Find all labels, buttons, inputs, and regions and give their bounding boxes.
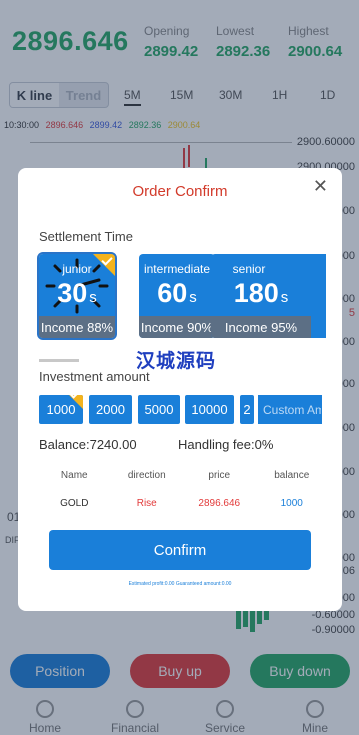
column-header: direction bbox=[127, 469, 166, 481]
table-row: GOLD Rise 2896.646 1000 bbox=[38, 482, 328, 524]
confirm-button[interactable]: Confirm bbox=[49, 530, 311, 570]
column-header: price bbox=[208, 469, 231, 481]
time-option-intermediate[interactable]: intermediate 60 s Income 90% bbox=[139, 254, 215, 338]
column-header: Name bbox=[60, 469, 88, 481]
cell-direction: Rise bbox=[136, 497, 157, 509]
amount-option-5000[interactable]: 5000 bbox=[138, 395, 180, 424]
investment-amount-label: Investment amount bbox=[39, 369, 150, 384]
income-rate: Income 88% bbox=[39, 316, 115, 338]
amount-option-2000[interactable]: 2000 bbox=[89, 395, 132, 424]
unit: s bbox=[280, 289, 289, 306]
selected-check-icon bbox=[69, 395, 83, 409]
scroll-indicator bbox=[39, 359, 79, 362]
amount-option-10000[interactable]: 10000 bbox=[185, 395, 234, 424]
table-header-row: Name direction price balance bbox=[38, 468, 328, 482]
seconds: 60 bbox=[157, 278, 188, 308]
seconds: 30 bbox=[57, 278, 88, 308]
order-confirm-dialog: Order Confirm ✕ Settlement Time junior 3… bbox=[18, 168, 342, 611]
column-header: balance bbox=[274, 469, 310, 481]
time-option-value: 30 s bbox=[39, 278, 115, 309]
time-option-name: junior bbox=[62, 262, 92, 276]
balance-text: Balance:7240.00 bbox=[39, 437, 137, 452]
unit: s bbox=[189, 289, 197, 306]
custom-amount-input[interactable] bbox=[258, 395, 322, 424]
time-option-name: intermediate bbox=[143, 262, 211, 276]
close-icon[interactable]: ✕ bbox=[313, 176, 328, 197]
time-option-name: senior bbox=[232, 262, 266, 276]
dialog-title: Order Confirm bbox=[132, 183, 228, 200]
unit: s bbox=[89, 289, 97, 306]
income-rate: Income 95% bbox=[211, 316, 311, 338]
time-option-value: 180 s bbox=[211, 278, 311, 309]
settlement-time-label: Settlement Time bbox=[39, 229, 133, 244]
cell-balance: 1000 bbox=[280, 497, 303, 509]
cell-price: 2896.646 bbox=[198, 497, 241, 509]
cell-name: GOLD bbox=[60, 497, 89, 509]
time-option-junior[interactable]: junior 30 s Income 88% bbox=[37, 252, 117, 340]
profit-footnote: Estimated profit:0.00 Guaranteed amount:… bbox=[128, 581, 232, 587]
income-rate: Income 90% bbox=[139, 316, 215, 338]
handling-fee-text: Handling fee:0% bbox=[178, 437, 274, 452]
time-option-value: 60 s bbox=[139, 278, 215, 309]
amount-option-1000[interactable]: 1000 bbox=[39, 395, 83, 424]
time-option-senior[interactable]: senior 180 s Income 95% bbox=[211, 254, 326, 338]
amount-option-partial[interactable]: 2 bbox=[240, 395, 254, 424]
order-summary-table: Name direction price balance GOLD Rise 2… bbox=[38, 468, 328, 524]
seconds: 180 bbox=[233, 278, 279, 308]
